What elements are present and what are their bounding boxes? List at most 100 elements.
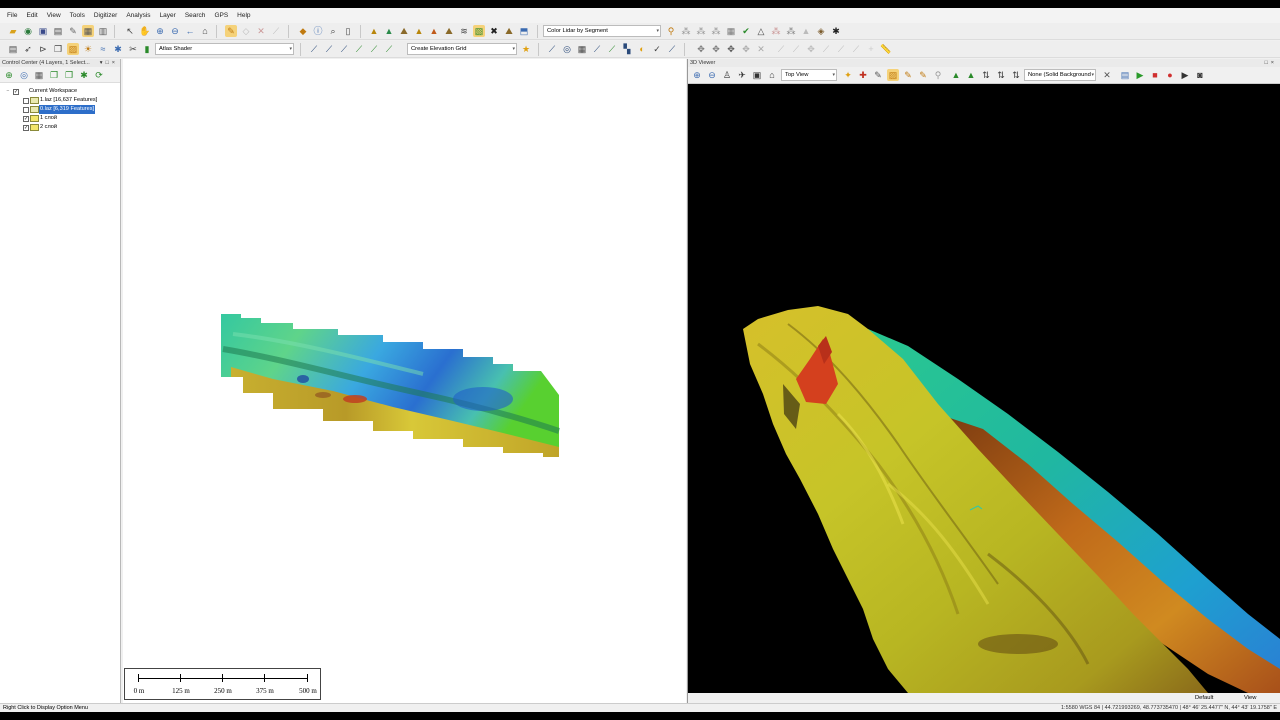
view-shed-icon[interactable]: ▲ bbox=[413, 25, 425, 37]
lidar-select-icon[interactable]: ⁂ bbox=[680, 25, 692, 37]
line-move-icon[interactable]: ⟋ bbox=[383, 43, 395, 55]
menu-search[interactable]: Search bbox=[185, 12, 206, 19]
pan-hand-icon[interactable]: ✋ bbox=[139, 25, 151, 37]
vertex-move-icon[interactable]: ✥ bbox=[695, 43, 707, 55]
line-join-icon[interactable]: ⟋ bbox=[353, 43, 365, 55]
layer-checkbox[interactable]: ✓ bbox=[23, 124, 29, 131]
shape-add-icon[interactable]: + bbox=[865, 43, 877, 55]
layer-properties-icon[interactable]: ❐ bbox=[48, 69, 60, 81]
menu-layer[interactable]: Layer bbox=[160, 12, 176, 19]
full-extent-icon[interactable]: ▣ bbox=[751, 69, 763, 81]
terrain-volume-icon[interactable]: ▲ bbox=[428, 25, 440, 37]
layer-node[interactable]: ✓ 2 слой bbox=[0, 123, 120, 132]
copy-icon[interactable]: ❐ bbox=[52, 43, 64, 55]
wrench-icon[interactable]: ✎ bbox=[67, 25, 79, 37]
menu-tools[interactable]: Tools bbox=[70, 12, 85, 19]
viewer-3d-canvas[interactable] bbox=[688, 84, 1280, 693]
collapse-icon[interactable]: − bbox=[5, 88, 11, 95]
line-tool-icon[interactable]: ⟋ bbox=[308, 43, 320, 55]
lidar-grid-icon[interactable]: ▦ bbox=[725, 25, 737, 37]
play-icon[interactable]: ▶ bbox=[1134, 69, 1146, 81]
raster-icon[interactable]: ▧ bbox=[473, 25, 485, 37]
ruler-icon[interactable]: 📏 bbox=[880, 43, 892, 55]
terrain-down-icon[interactable]: ▲ bbox=[965, 69, 977, 81]
warning-icon[interactable]: △ bbox=[755, 25, 767, 37]
lower-icon[interactable]: ⇅ bbox=[995, 69, 1007, 81]
info-icon[interactable]: ⓘ bbox=[312, 25, 324, 37]
analysis-tool-icon[interactable]: ⬒ bbox=[518, 25, 530, 37]
lidar-tool-icon[interactable]: ⛰ bbox=[503, 25, 515, 37]
favorite-star-icon[interactable]: ★ bbox=[520, 43, 532, 55]
menu-file[interactable]: File bbox=[7, 12, 17, 19]
vertex-add-icon[interactable]: ✥ bbox=[710, 43, 722, 55]
contour-icon[interactable]: ≋ bbox=[458, 25, 470, 37]
shape-move-icon[interactable]: ✥ bbox=[805, 43, 817, 55]
shader-toggle-icon[interactable]: ▨ bbox=[67, 43, 79, 55]
layers-toggle-icon[interactable]: ▦ bbox=[82, 25, 94, 37]
overlay-icon[interactable]: ▤ bbox=[7, 43, 19, 55]
lidar-thin-icon[interactable]: ⁂ bbox=[785, 25, 797, 37]
grid-stats-icon[interactable]: ▦ bbox=[576, 43, 588, 55]
lidar-check-icon[interactable]: ✔ bbox=[740, 25, 752, 37]
water-icon[interactable]: ≈ bbox=[97, 43, 109, 55]
layer-options-icon[interactable]: ✱ bbox=[78, 69, 90, 81]
walk-icon[interactable]: ♙ bbox=[721, 69, 733, 81]
profile-path-icon[interactable]: ⟋ bbox=[546, 43, 558, 55]
vertex-snap-icon[interactable]: ✥ bbox=[740, 43, 752, 55]
layer-list-icon[interactable]: ▦ bbox=[33, 69, 45, 81]
shape-scale-icon[interactable]: ⟋ bbox=[835, 43, 847, 55]
line-split-icon[interactable]: ⟋ bbox=[338, 43, 350, 55]
shape-cut-icon[interactable]: ⟋ bbox=[790, 43, 802, 55]
lidar-settings-icon[interactable]: ✱ bbox=[830, 25, 842, 37]
feature-info-icon[interactable]: ◆ bbox=[297, 25, 309, 37]
layer-checkbox[interactable] bbox=[23, 97, 29, 104]
layer-checkbox[interactable] bbox=[23, 106, 29, 113]
line-add-icon[interactable]: ⟋ bbox=[368, 43, 380, 55]
menu-digitizer[interactable]: Digitizer bbox=[94, 12, 117, 19]
circle-path-icon[interactable]: ◎ bbox=[561, 43, 573, 55]
check-line-icon[interactable]: ✓ bbox=[651, 43, 663, 55]
hillshade-icon[interactable]: ☀ bbox=[82, 43, 94, 55]
measure-icon[interactable]: ⟋ bbox=[270, 25, 282, 37]
delete-icon[interactable]: ✕ bbox=[255, 25, 267, 37]
edit-vertex-icon[interactable]: ◇ bbox=[240, 25, 252, 37]
line-edit-icon[interactable]: ⟋ bbox=[323, 43, 335, 55]
offset-icon[interactable]: ⇅ bbox=[1010, 69, 1022, 81]
shape-copy-icon[interactable]: ⟋ bbox=[850, 43, 862, 55]
stop-icon[interactable]: ■ bbox=[1149, 69, 1161, 81]
film-icon[interactable]: ▤ bbox=[1119, 69, 1131, 81]
zoom-out-icon[interactable]: ⊖ bbox=[706, 69, 718, 81]
shape-line-icon[interactable]: ⟋ bbox=[775, 43, 787, 55]
area-tool-icon[interactable]: ▚ bbox=[621, 43, 633, 55]
save-icon[interactable]: ▣ bbox=[37, 25, 49, 37]
lidar-layer-icon[interactable]: ◈ bbox=[815, 25, 827, 37]
menu-help[interactable]: Help bbox=[237, 12, 250, 19]
menu-edit[interactable]: Edit bbox=[26, 12, 37, 19]
settings-icon[interactable]: ✕ bbox=[1101, 69, 1113, 81]
gps-device-icon[interactable]: ▯ bbox=[342, 25, 354, 37]
video-camera-icon[interactable]: ▶ bbox=[1179, 69, 1191, 81]
volume-icon[interactable]: ◐ bbox=[636, 43, 648, 55]
select-tool-icon[interactable]: ↖ bbox=[124, 25, 136, 37]
layer-checkbox[interactable]: ✓ bbox=[23, 115, 29, 122]
background-select[interactable]: None (Solid Background ▾ bbox=[1024, 69, 1096, 81]
step-icon[interactable]: ⊳ bbox=[37, 43, 49, 55]
menu-gps[interactable]: GPS bbox=[214, 12, 228, 19]
layer-metadata-icon[interactable]: ❐ bbox=[63, 69, 75, 81]
lidar-extract-icon[interactable]: ▲ bbox=[800, 25, 812, 37]
layer-refresh-icon[interactable]: ⟳ bbox=[93, 69, 105, 81]
layer-node[interactable]: ✓ 1 слой bbox=[0, 114, 120, 123]
terrain-up-icon[interactable]: ▲ bbox=[950, 69, 962, 81]
zoom-out-icon[interactable]: ⊖ bbox=[169, 25, 181, 37]
slope-icon[interactable]: ⟋ bbox=[591, 43, 603, 55]
digitize-3d-icon[interactable]: ✎ bbox=[917, 69, 929, 81]
table-icon[interactable]: ▥ bbox=[97, 25, 109, 37]
zoom-in-icon[interactable]: ⊕ bbox=[691, 69, 703, 81]
workspace-node[interactable]: − ✓ Current Workspace bbox=[0, 87, 120, 96]
close-icon[interactable]: × bbox=[1271, 60, 1277, 66]
raise-icon[interactable]: ⇅ bbox=[980, 69, 992, 81]
close-icon[interactable]: × bbox=[112, 60, 118, 66]
lidar-remove-icon[interactable]: ⁂ bbox=[770, 25, 782, 37]
vertex-delete-icon[interactable]: ✕ bbox=[755, 43, 767, 55]
fly-icon[interactable]: ✈ bbox=[736, 69, 748, 81]
